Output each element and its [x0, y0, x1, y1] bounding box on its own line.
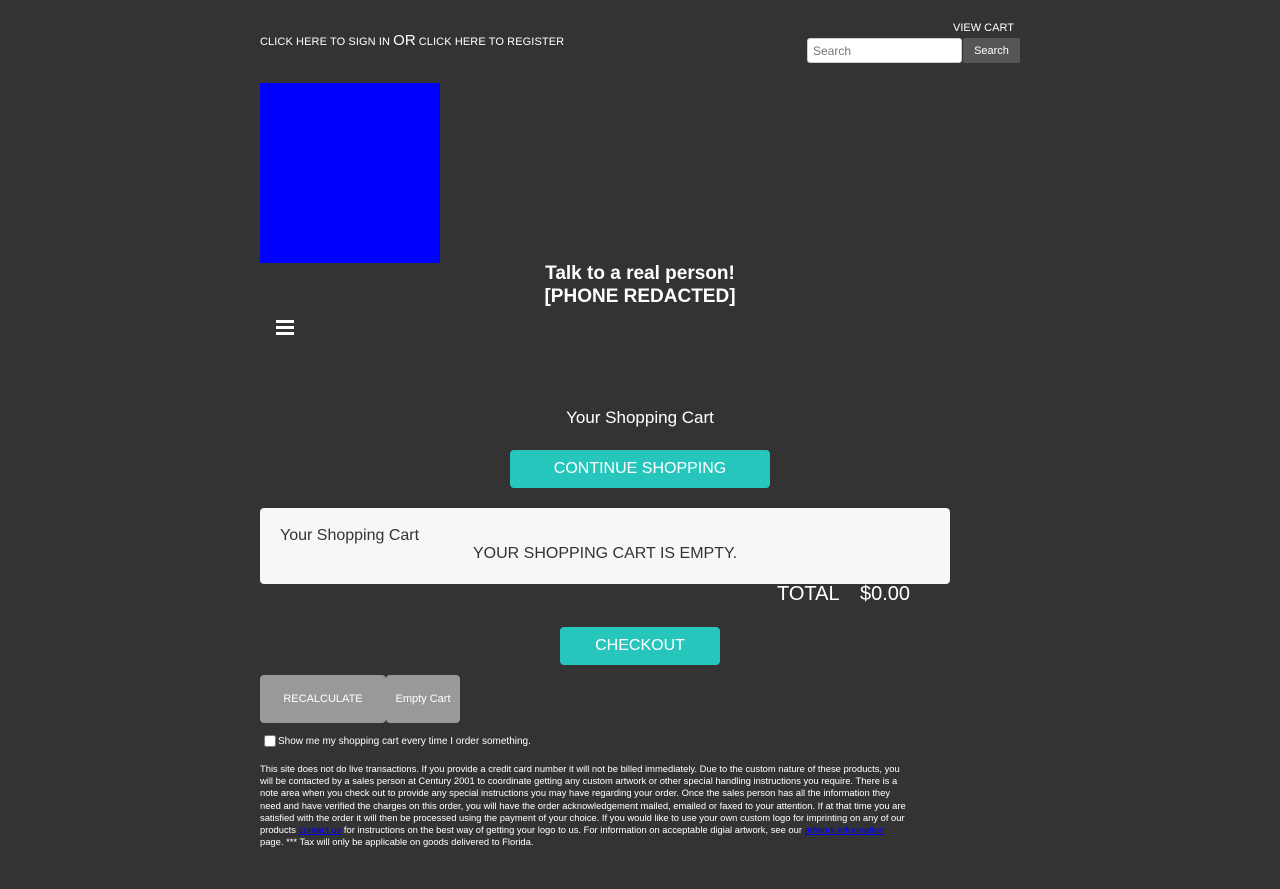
- page-title: Your Shopping Cart: [566, 408, 714, 427]
- checkout-button[interactable]: CHECKOUT: [560, 627, 720, 665]
- register-link[interactable]: CLICK HERE TO REGISTER: [419, 36, 564, 48]
- total-label: TOTAL: [777, 583, 840, 605]
- remember-cart-option: Show me my shopping cart every time I or…: [263, 735, 531, 747]
- total-value: $0.00: [860, 583, 911, 605]
- cart-panel: Your Shopping Cart YOUR SHOPPING CART IS…: [260, 508, 950, 584]
- tagline: Talk to a real person!: [545, 263, 735, 284]
- cart-panel-title: Your Shopping Cart: [280, 527, 420, 544]
- disclaimer-text: This site does not do live transactions.…: [260, 763, 908, 848]
- site-logo[interactable]: [260, 83, 440, 263]
- phone-number: [PHONE REDACTED]: [544, 286, 736, 307]
- or-text: OR: [393, 32, 416, 49]
- artwork-information-link[interactable]: artwork information: [805, 824, 885, 835]
- hamburger-menu-icon[interactable]: [276, 320, 294, 336]
- contact-banner: Talk to a real person! [PHONE REDACTED]: [440, 262, 840, 308]
- remember-cart-checkbox[interactable]: [264, 735, 276, 747]
- disclaimer-part-3: page. *** Tax will only be applicable on…: [260, 836, 534, 848]
- search-button[interactable]: Search: [963, 38, 1020, 63]
- disclaimer-part-2: for instructions on the best way of gett…: [341, 824, 805, 836]
- cart-empty-message: YOUR SHOPPING CART IS EMPTY.: [472, 545, 738, 562]
- view-cart-link[interactable]: VIEW CART: [953, 22, 1014, 34]
- contact-us-link[interactable]: contact us: [299, 824, 342, 835]
- empty-cart-button[interactable]: Empty Cart: [386, 675, 460, 723]
- continue-shopping-button[interactable]: CONTINUE SHOPPING: [510, 450, 770, 488]
- remember-cart-label: Show me my shopping cart every time I or…: [278, 735, 531, 747]
- recalculate-button[interactable]: RECALCULATE: [260, 675, 386, 723]
- auth-links: CLICK HERE TO SIGN IN OR CLICK HERE TO REG…: [260, 32, 564, 49]
- sign-in-link[interactable]: CLICK HERE TO SIGN IN: [260, 36, 390, 48]
- search-input[interactable]: [807, 38, 962, 63]
